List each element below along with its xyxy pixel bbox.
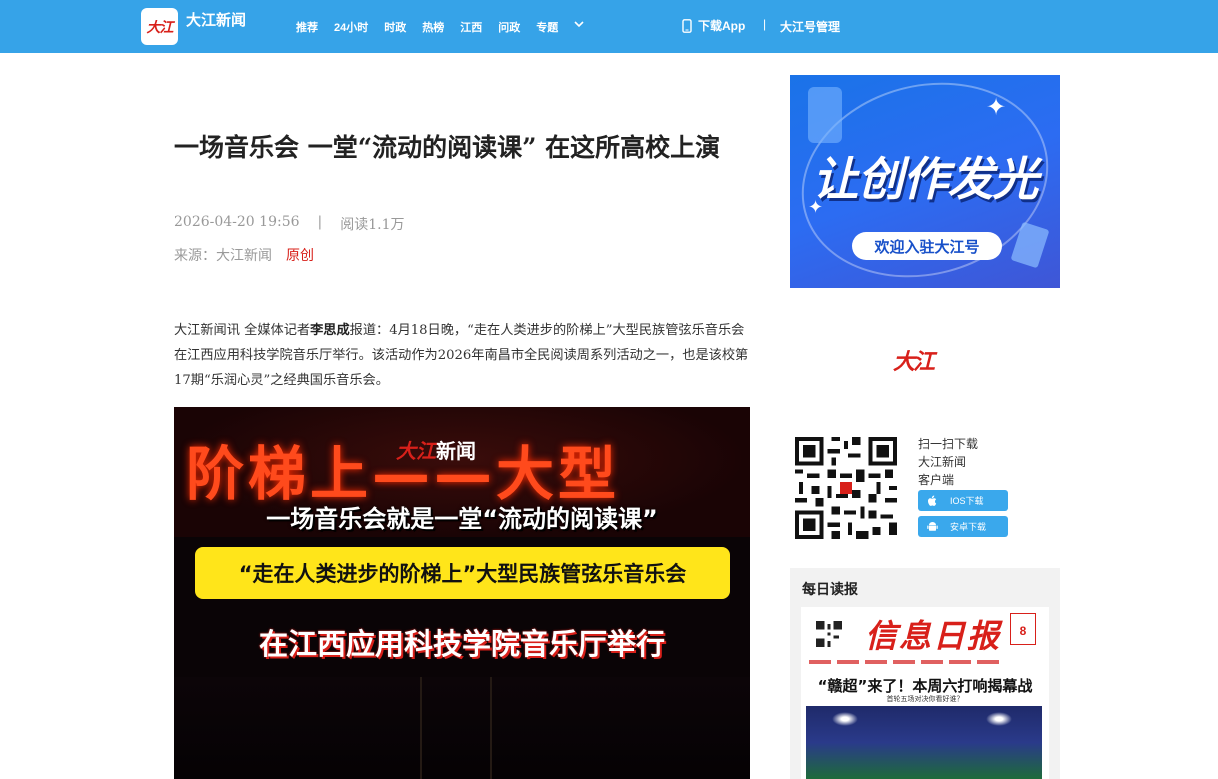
newspaper-subheadline: 首轮五场对决你看好谁？ (886, 696, 964, 703)
paper-section-strip (809, 658, 1041, 666)
article-title: 一场音乐会 一堂“流动的阅读课” 在这所高校上演 (174, 133, 721, 162)
apple-icon (926, 495, 938, 507)
daily-panel-title: 每日读报 (802, 581, 858, 597)
newspaper-stadium-photo (806, 706, 1042, 779)
nav-item-jiangxi[interactable]: 江西 (460, 19, 482, 35)
publish-date: 2026-04-20 19:56 (174, 214, 300, 230)
paper-date-number: 8 (1019, 624, 1027, 638)
qr-download-text: 扫一扫下载 大江新闻 客户端 (918, 435, 978, 489)
article-paragraph: 大江新闻讯 全媒体记者李思成报道：4月18日晚，“走在人类进步的阶梯上”大型民族… (174, 318, 752, 393)
meta-separator: | (317, 214, 323, 230)
chevron-down-icon[interactable] (572, 17, 586, 31)
download-app-link[interactable]: 下载App (682, 17, 745, 34)
image-caption-1: 一场音乐会就是一堂“流动的阅读课” (266, 505, 658, 533)
android-download-label: 安卓下载 (950, 522, 987, 532)
original-badge: 原创 (286, 248, 314, 264)
article-meta: 2026-04-20 19:56 | 阅读1.1万 (174, 214, 405, 234)
read-count: 阅读1.1万 (340, 217, 405, 233)
image-caption-2: “走在人类进步的阶梯上”大型民族管弦乐音乐会 (238, 562, 687, 586)
ios-download-label: IOS下载 (950, 496, 984, 506)
reporter-name: 李思成 (310, 323, 350, 338)
qr-text-line: 扫一扫下载 (918, 437, 979, 451)
qr-text-line: 客户端 (918, 473, 955, 487)
ios-download-button[interactable]: IOS下载 (918, 490, 1008, 511)
main-nav: 推荐 24小时 时政 热榜 江西 问政 专题 (296, 19, 584, 35)
promo-title: 让创作发光 (812, 152, 1039, 206)
android-icon (926, 521, 938, 533)
phone-illustration-icon (808, 87, 842, 143)
download-app-label: 下载App (698, 19, 746, 33)
article-image: 阶梯上——大型 大江新闻 一场音乐会就是一堂“流动的阅读课” “走在人类进步的阶… (174, 407, 750, 779)
sidebar-logo: 大江 (893, 349, 935, 375)
nav-item-politics[interactable]: 时政 (384, 19, 406, 35)
nav-item-24h[interactable]: 24小时 (334, 19, 368, 35)
qr-code-icon (795, 437, 897, 539)
paper-qr-icon (816, 621, 842, 647)
image-caption-3: 在江西应用科技学院音乐厅举行 (258, 627, 665, 661)
newspaper-headline: “赣超”来了！本周六打响揭幕战 (817, 677, 1033, 695)
newspaper-masthead: 信息日报 (865, 617, 1002, 655)
header-separator: | (763, 17, 767, 31)
account-manage-link[interactable]: 大江号管理 (780, 18, 840, 35)
newspaper-front-page[interactable]: 信息日报 8 “赣超”来了！本周六打响揭幕战 首轮五场对决你看好谁？ (801, 607, 1049, 779)
stage-area (174, 677, 750, 779)
brand-name[interactable]: 大江新闻 (186, 9, 246, 30)
calendar-icon: 8 (1010, 613, 1036, 645)
promo-join-button[interactable]: 欢迎入驻大江号 (852, 232, 1002, 260)
qr-text-line: 大江新闻 (918, 455, 967, 469)
stadium-light (832, 712, 858, 726)
source-label: 来源：大江新闻 (174, 248, 272, 264)
top-nav-bar: 大江 大江新闻 推荐 24小时 时政 热榜 江西 问政 专题 下载App | 大… (0, 0, 1218, 53)
image-watermark-logo: 大江新闻 (396, 435, 476, 464)
image-logo-mark: 大江 (396, 439, 436, 463)
stage-pole (490, 677, 492, 779)
stadium-light (986, 712, 1012, 726)
nav-item-hot[interactable]: 热榜 (422, 19, 444, 35)
android-download-button[interactable]: 安卓下载 (918, 516, 1008, 537)
body-prefix: 大江新闻讯 全媒体记者 (174, 323, 311, 338)
daily-newspaper-panel: 每日读报 信息日报 8 “赣超”来了！本周六打响揭幕战 首轮五场对决你看好谁？ (790, 568, 1060, 779)
site-logo-text: 大江 (146, 19, 174, 36)
nav-item-topics[interactable]: 专题 (536, 19, 558, 35)
nav-item-inquiry[interactable]: 问政 (498, 19, 520, 35)
phone-icon (682, 18, 692, 33)
nav-item-recommend[interactable]: 推荐 (296, 19, 318, 35)
promo-banner[interactable]: ✦ ✦ 让创作发光 欢迎入驻大江号 (790, 75, 1060, 288)
image-caption-band: “走在人类进步的阶梯上”大型民族管弦乐音乐会 (195, 547, 730, 599)
article-source: 来源：大江新闻 原创 (174, 245, 314, 265)
sparkle-icon: ✦ (986, 94, 1007, 121)
site-logo[interactable]: 大江 (141, 8, 178, 45)
image-logo-word: 新闻 (436, 439, 476, 463)
stage-pole (420, 677, 422, 779)
